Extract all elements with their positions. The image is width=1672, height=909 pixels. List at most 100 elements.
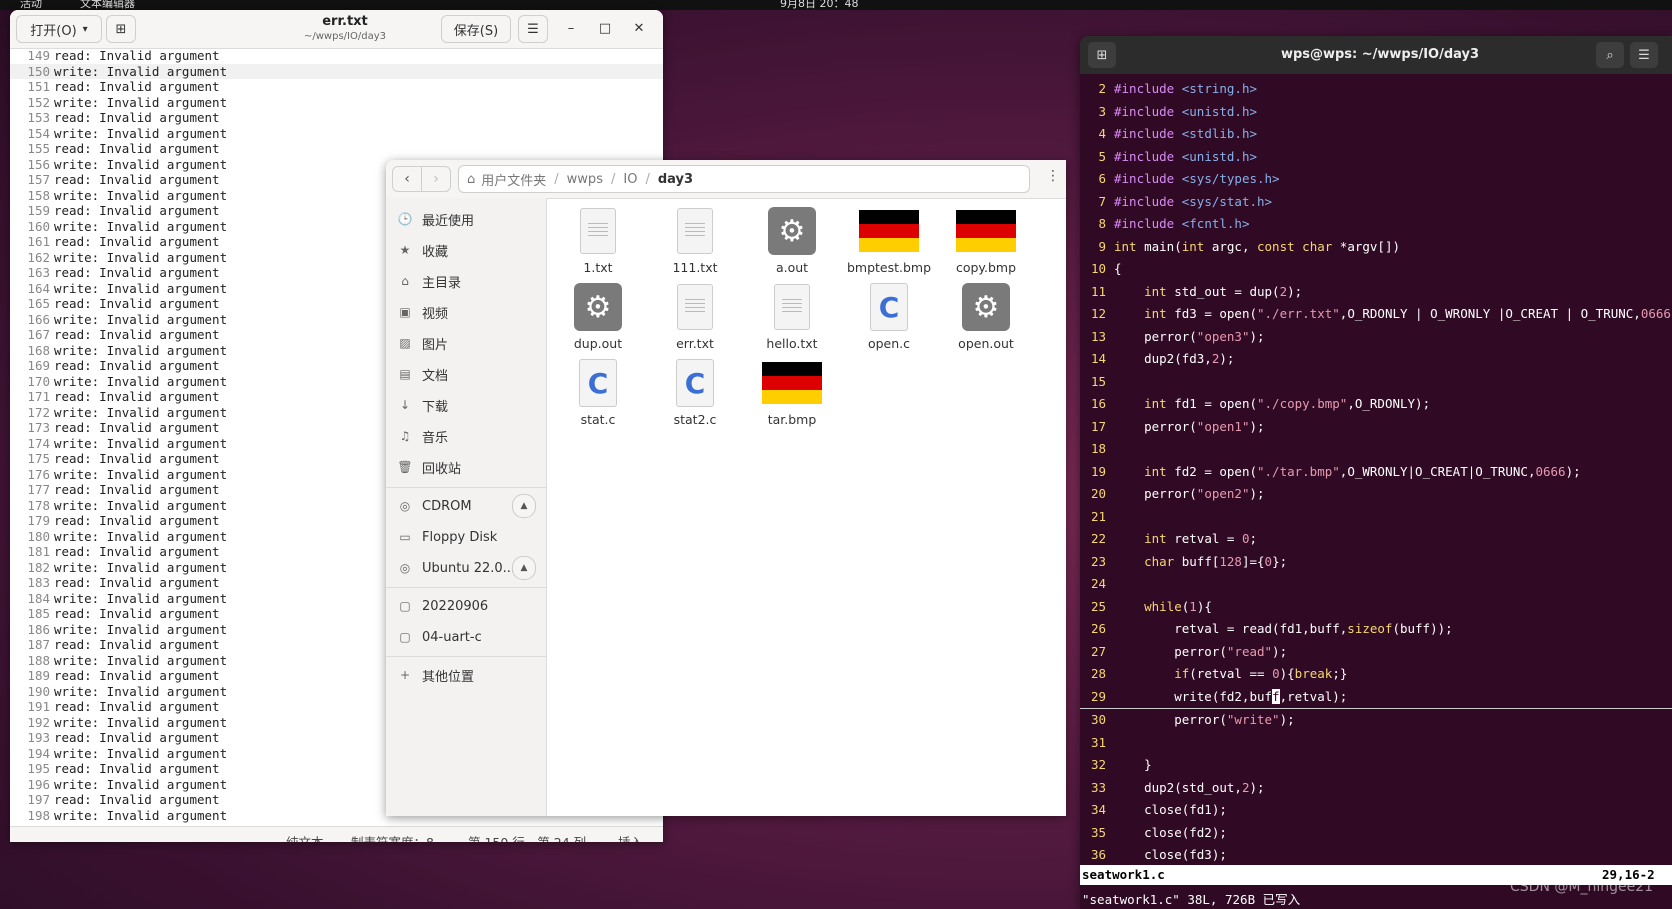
save-button[interactable]: 保存(S) (441, 15, 511, 43)
sidebar-item[interactable]: ▨ 图片 (396, 328, 536, 358)
editor-line[interactable]: 150 write: Invalid argument (10, 63, 663, 79)
sidebar-item[interactable]: ▢ 04-uart-c (396, 622, 536, 652)
sidebar-item[interactable]: ◎ Ubuntu 22.0... ▲ (396, 553, 536, 583)
sidebar-item[interactable]: ▤ 文档 (396, 359, 536, 389)
sidebar-item[interactable]: ♫ 音乐 (396, 421, 536, 451)
new-tab-button[interactable]: ⊞ (1088, 42, 1116, 68)
line-number: 190 (27, 683, 50, 699)
disc-icon: ◎ (399, 499, 411, 513)
file-name: hello.txt (766, 336, 818, 351)
download-icon: ↓ (399, 398, 411, 412)
menu-button[interactable]: ☰ (1630, 42, 1658, 68)
file-item[interactable]: hello.txt (744, 282, 840, 351)
clock[interactable]: 9月8日 20：48 (780, 0, 859, 10)
breadcrumb-item[interactable]: 用户文件夹 (481, 170, 546, 189)
line-number: 174 (27, 435, 50, 451)
new-tab-button[interactable]: ⊞ (106, 15, 136, 43)
file-item[interactable]: Cstat2.c (647, 358, 743, 427)
maximize-button[interactable]: □ (596, 21, 614, 36)
hamburger-icon: ☰ (1638, 47, 1650, 63)
home-icon: ⌂ (401, 274, 409, 288)
more-options-icon[interactable]: ⋮ (1046, 168, 1060, 184)
sidebar-item-label: Ubuntu 22.0... (422, 560, 516, 576)
sidebar-item[interactable]: 🕒 最近使用 (396, 204, 536, 234)
breadcrumb-item[interactable]: wwps (567, 172, 603, 187)
menu-button[interactable]: ☰ (518, 15, 548, 43)
sidebar-item[interactable]: ▭ Floppy Disk (396, 522, 536, 552)
file-manager-header: ‹ › ⌂ 用户文件夹 / wwps / IO / day3 ⋮ (386, 160, 1066, 199)
sidebar-item[interactable]: ▣ 视频 (396, 297, 536, 327)
file-item[interactable]: Cstat.c (550, 358, 646, 427)
app-menu-label[interactable]: 文本编辑器 (80, 0, 135, 10)
breadcrumb-item[interactable]: IO (623, 172, 637, 187)
c-source-file-icon: C (870, 283, 908, 331)
code-line: 31 (1090, 734, 1106, 750)
file-item[interactable]: tar.bmp (744, 358, 840, 427)
sidebar-item[interactable]: ↓ 下载 (396, 390, 536, 420)
file-item[interactable]: ⚙ dup.out (550, 282, 646, 351)
line-text: read: Invalid argument (54, 544, 220, 559)
line-number: 182 (27, 559, 50, 575)
eject-icon[interactable]: ▲ (512, 494, 536, 518)
executable-gear-icon: ⚙ (962, 283, 1010, 331)
file-name: stat.c (580, 412, 616, 427)
line-text: read: Invalid argument (54, 606, 220, 621)
sidebar-item[interactable]: 🗑 回收站 (396, 452, 536, 482)
back-button[interactable]: ‹ (392, 166, 422, 192)
sidebar-item[interactable]: ⌂ 主目录 (396, 266, 536, 296)
editor-line[interactable]: 154 write: Invalid argument (10, 126, 663, 142)
file-name: 111.txt (672, 260, 718, 275)
editor-line[interactable]: 149 read: Invalid argument (10, 48, 663, 64)
vim-code-view[interactable]: 2 #include <string.h> 3 #include <unistd.h… (1080, 78, 1672, 867)
file-item[interactable]: 111.txt (647, 206, 743, 275)
tab-width-selector[interactable]: 制表符宽度：8 (351, 832, 434, 842)
line-number: 198 (27, 807, 50, 823)
close-button[interactable]: ✕ (630, 21, 648, 36)
line-number: 177 (27, 482, 50, 497)
cursor-position[interactable]: 第 150 行，第 24 列 (468, 832, 586, 842)
new-document-icon: ⊞ (115, 21, 127, 37)
eject-icon[interactable]: ▲ (512, 556, 536, 580)
code-line: 7 #include <sys/stat.h> (1098, 193, 1273, 209)
code-line: 11 int std_out = dup(2); (1090, 283, 1303, 299)
line-number: 158 (27, 187, 50, 203)
file-item[interactable]: err.txt (647, 282, 743, 351)
file-item[interactable]: copy.bmp (938, 206, 1034, 275)
sidebar-divider (386, 656, 546, 657)
file-item[interactable]: 1.txt (550, 206, 646, 275)
file-name: err.txt (676, 336, 714, 351)
sidebar-item[interactable]: ★ 收藏 (396, 235, 536, 265)
line-number: 155 (27, 141, 50, 156)
file-item[interactable]: ⚙ open.out (938, 282, 1034, 351)
editor-line[interactable]: 153 read: Invalid argument (10, 110, 663, 126)
breadcrumb-item[interactable]: day3 (658, 172, 693, 187)
line-number: 167 (27, 327, 50, 342)
executable-gear-icon: ⚙ (574, 283, 622, 331)
file-item[interactable]: bmptest.bmp (841, 206, 937, 275)
search-button[interactable]: ⌕ (1596, 42, 1624, 68)
sidebar-item[interactable]: ◎ CDROM ▲ (396, 491, 536, 521)
line-number: 184 (27, 590, 50, 606)
file-item[interactable]: Copen.c (841, 282, 937, 351)
editor-line[interactable]: 155 read: Invalid argument (10, 141, 663, 157)
sidebar-divider (386, 487, 546, 488)
forward-button[interactable]: › (421, 166, 451, 192)
sidebar-item-label: 主目录 (422, 275, 462, 291)
top-bar: 活动 文本编辑器 9月8日 20：48 (0, 0, 1672, 10)
sidebar-item[interactable]: + 其他位置 (396, 660, 536, 690)
line-text: write: Invalid argument (54, 94, 228, 110)
line-text: read: Invalid argument (54, 358, 220, 373)
activities-label[interactable]: 活动 (20, 0, 42, 10)
open-button[interactable]: 打开(O) ▾ (16, 15, 102, 43)
code-line: 32 } (1090, 757, 1152, 772)
file-item[interactable]: ⚙ a.out (744, 206, 840, 275)
editor-line[interactable]: 151 read: Invalid argument (10, 79, 663, 95)
language-selector[interactable]: 纯文本 (286, 832, 324, 842)
disc-icon: ◎ (399, 561, 411, 575)
editor-header: 打开(O) ▾ ⊞ err.txt ~/wwps/IO/day3 保存(S) ☰… (10, 10, 663, 49)
minimize-button[interactable]: – (562, 21, 580, 36)
line-text: write: Invalid argument (54, 311, 228, 327)
sidebar-item[interactable]: ▢ 20220906 (396, 591, 536, 621)
editor-line[interactable]: 152 write: Invalid argument (10, 95, 663, 111)
line-text: write: Invalid argument (54, 776, 228, 792)
